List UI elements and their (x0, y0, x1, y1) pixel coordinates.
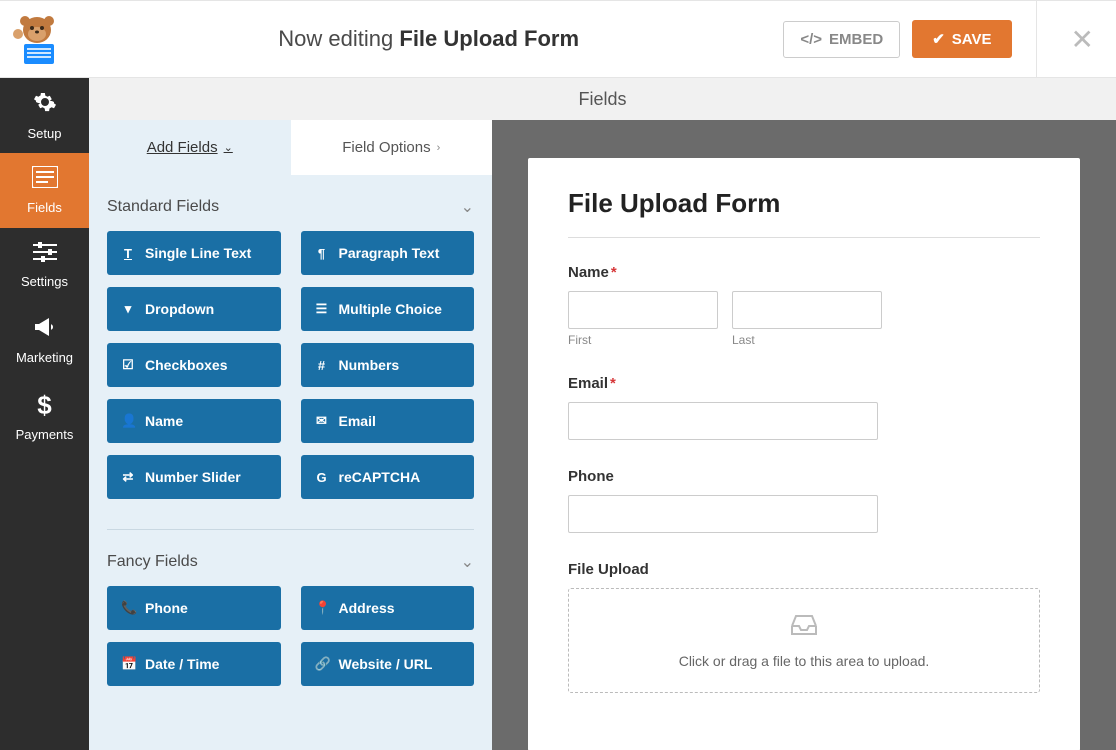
check-icon: ☑ (121, 357, 135, 373)
field-paragraph-text[interactable]: ¶Paragraph Text (301, 231, 475, 275)
dollar-icon: $ (37, 390, 51, 421)
tab-field-options[interactable]: Field Options › (291, 120, 493, 175)
field-website-url[interactable]: 🔗Website / URL (301, 642, 475, 686)
envelope-icon: ✉ (315, 413, 329, 429)
embed-button[interactable]: </> EMBED (783, 21, 900, 58)
sidebar-item-marketing[interactable]: Marketing (0, 303, 89, 378)
check-icon: ✔ (932, 30, 945, 48)
tab-add-fields[interactable]: Add Fields ⌄ (89, 120, 291, 175)
pin-icon: 📍 (315, 600, 329, 616)
divider (1036, 0, 1037, 78)
sidebar: Setup Fields Settings Marketing $ Paymen… (0, 78, 89, 750)
field-number-slider[interactable]: ⇄Number Slider (107, 455, 281, 499)
input-phone[interactable] (568, 495, 878, 533)
panel-title: Fields (89, 78, 1116, 120)
field-email[interactable]: ✉Email (301, 399, 475, 443)
sidebar-item-setup[interactable]: Setup (0, 78, 89, 153)
field-recaptcha[interactable]: GreCAPTCHA (301, 455, 475, 499)
upload-dropzone[interactable]: Click or drag a file to this area to upl… (568, 588, 1040, 693)
field-phone[interactable]: 📞Phone (107, 586, 281, 630)
hash-icon: # (315, 358, 329, 373)
field-date-time[interactable]: 📅Date / Time (107, 642, 281, 686)
bullhorn-icon (33, 316, 57, 344)
link-icon: 🔗 (315, 656, 329, 672)
app-logo (10, 12, 64, 66)
chevron-right-icon: › (437, 142, 441, 154)
sidebar-item-payments[interactable]: $ Payments (0, 378, 89, 453)
close-icon: ✕ (1071, 24, 1094, 55)
form-field-phone: Phone (568, 468, 1040, 533)
chevron-down-icon: ⌄ (461, 197, 474, 217)
upload-hint: Click or drag a file to this area to upl… (679, 653, 930, 669)
group-fancy-fields[interactable]: Fancy Fields ⌄ (107, 552, 474, 586)
code-icon: </> (800, 31, 822, 48)
field-checkboxes[interactable]: ☑Checkboxes (107, 343, 281, 387)
group-standard-fields[interactable]: Standard Fields ⌄ (107, 197, 474, 231)
input-email[interactable] (568, 402, 878, 440)
slider-icon: ⇄ (121, 469, 135, 485)
form-icon (32, 166, 58, 194)
top-bar: Now editing File Upload Form </> EMBED ✔… (0, 0, 1116, 78)
field-dropdown[interactable]: ▾Dropdown (107, 287, 281, 331)
field-address[interactable]: 📍Address (301, 586, 475, 630)
form-title: File Upload Form (568, 188, 1040, 237)
form-field-name: Name* First Last (568, 264, 1040, 347)
sidebar-item-settings[interactable]: Settings (0, 228, 89, 303)
form-preview: File Upload Form Name* First Last (492, 120, 1116, 750)
label-name: Name* (568, 264, 1040, 281)
sublabel-first: First (568, 333, 718, 347)
text-icon: T (121, 246, 135, 261)
label-upload: File Upload (568, 561, 1040, 578)
page-title: Now editing File Upload Form (74, 26, 783, 52)
divider (568, 237, 1040, 238)
field-single-line-text[interactable]: TSingle Line Text (107, 231, 281, 275)
inbox-icon (789, 612, 819, 643)
fields-panel: Add Fields ⌄ Field Options › Standard Fi… (89, 120, 492, 750)
phone-icon: 📞 (121, 600, 135, 616)
g-icon: G (315, 470, 329, 485)
caret-icon: ▾ (121, 301, 135, 317)
gear-icon (33, 90, 57, 120)
input-last-name[interactable] (732, 291, 882, 329)
calendar-icon: 📅 (121, 656, 135, 672)
paragraph-icon: ¶ (315, 246, 329, 261)
label-email: Email* (568, 375, 1040, 392)
chevron-down-icon: ⌄ (224, 141, 233, 154)
close-button[interactable]: ✕ (1065, 23, 1100, 56)
form-field-upload: File Upload Click or drag a file to this… (568, 561, 1040, 693)
sublabel-last: Last (732, 333, 882, 347)
chevron-down-icon: ⌄ (461, 552, 474, 572)
label-phone: Phone (568, 468, 1040, 485)
list-icon: ☰ (315, 301, 329, 317)
field-numbers[interactable]: #Numbers (301, 343, 475, 387)
user-icon: 👤 (121, 413, 135, 429)
input-first-name[interactable] (568, 291, 718, 329)
save-button[interactable]: ✔ SAVE (912, 20, 1011, 58)
sliders-icon (33, 242, 57, 268)
field-multiple-choice[interactable]: ☰Multiple Choice (301, 287, 475, 331)
field-name[interactable]: 👤Name (107, 399, 281, 443)
sidebar-item-fields[interactable]: Fields (0, 153, 89, 228)
form-field-email: Email* (568, 375, 1040, 440)
